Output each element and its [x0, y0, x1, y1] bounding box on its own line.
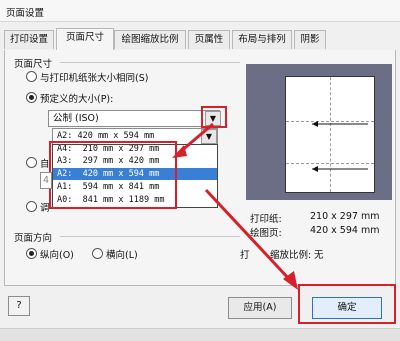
help-button[interactable]: ?: [8, 296, 30, 316]
background-strip: [0, 328, 400, 341]
annotation-highlight-ok: [298, 284, 396, 324]
apply-button[interactable]: 应用(A): [228, 297, 292, 319]
help-icon: ?: [16, 300, 22, 311]
tab-page-size[interactable]: 页面尺寸: [56, 28, 114, 50]
